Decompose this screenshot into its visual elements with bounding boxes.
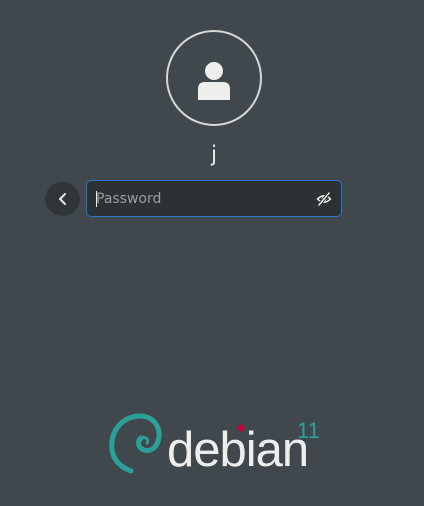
user-icon bbox=[198, 62, 230, 100]
password-field[interactable] bbox=[86, 180, 342, 217]
user-avatar bbox=[166, 30, 262, 126]
password-input[interactable] bbox=[96, 181, 301, 216]
eye-slash-icon[interactable] bbox=[316, 191, 332, 207]
debian-swirl-icon bbox=[109, 413, 162, 474]
debian-wordmark: debian bbox=[167, 423, 309, 477]
version-label: 11 bbox=[297, 418, 320, 443]
text-cursor bbox=[96, 191, 97, 207]
back-button[interactable] bbox=[45, 182, 80, 216]
chevron-left-icon bbox=[59, 193, 66, 205]
debian-logo: debian 11 bbox=[105, 410, 330, 480]
username-label: j bbox=[211, 142, 217, 166]
